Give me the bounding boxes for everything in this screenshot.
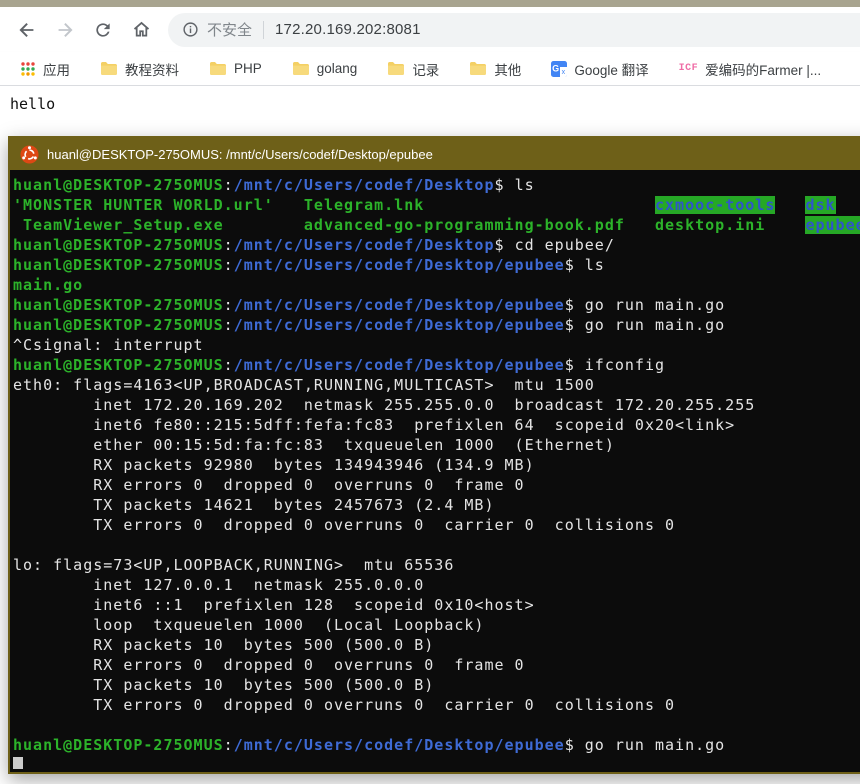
page-body-text: hello — [0, 86, 860, 112]
terminal-line: huanl@DESKTOP-275OMUS:/mnt/c/Users/codef… — [13, 735, 860, 755]
forward-arrow-icon — [54, 19, 76, 41]
back-arrow-icon — [16, 19, 38, 41]
bookmark-label: PHP — [234, 61, 262, 76]
google-translate-icon: Gx — [551, 61, 567, 77]
terminal-line: inet6 fe80::215:5dff:fefa:fc83 prefixlen… — [13, 415, 860, 435]
bookmark-item[interactable]: 教程资料 — [92, 55, 187, 83]
terminal-cursor — [13, 757, 23, 769]
terminal-titlebar[interactable]: huanl@DESKTOP-275OMUS: /mnt/c/Users/code… — [10, 138, 860, 170]
folder-icon — [209, 61, 227, 76]
terminal-line: 'MONSTER HUNTER WORLD.url' Telegram.lnk … — [13, 195, 860, 215]
terminal-line: eth0: flags=4163<UP,BROADCAST,RUNNING,MU… — [13, 375, 860, 395]
bookmark-label: 教程资料 — [125, 59, 179, 79]
page-content: hello huanl@DESKTOP-275OMUS: /mnt/c/User… — [0, 86, 860, 784]
bookmark-item[interactable]: 其他 — [461, 55, 529, 83]
home-button[interactable] — [124, 13, 158, 47]
terminal-line: TeamViewer_Setup.exe advanced-go-program… — [13, 215, 860, 235]
terminal-line: ^Csignal: interrupt — [13, 335, 860, 355]
terminal-window: huanl@DESKTOP-275OMUS: /mnt/c/Users/code… — [8, 136, 860, 774]
terminal-title-text: huanl@DESKTOP-275OMUS: /mnt/c/Users/code… — [47, 147, 433, 162]
terminal-line: main.go — [13, 275, 860, 295]
ubuntu-icon — [20, 145, 39, 164]
terminal-line: RX packets 10 bytes 500 (500.0 B) — [13, 635, 860, 655]
terminal-line: RX errors 0 dropped 0 overruns 0 frame 0 — [13, 475, 860, 495]
bookmark-item[interactable]: golang — [284, 57, 366, 80]
bookmark-label: 爱编码的Farmer |... — [705, 59, 821, 79]
terminal-line: ether 00:15:5d:fa:fc:83 txqueuelen 1000 … — [13, 435, 860, 455]
address-divider — [263, 21, 264, 39]
folder-icon — [292, 61, 310, 76]
terminal-line: inet 127.0.0.1 netmask 255.0.0.0 — [13, 575, 860, 595]
terminal-line — [13, 715, 860, 735]
window-top-edge — [0, 0, 860, 7]
bookmark-item[interactable]: 记录 — [379, 55, 447, 83]
svg-text:G: G — [552, 63, 559, 73]
bookmark-item[interactable]: 应用 — [12, 55, 78, 83]
terminal-line: huanl@DESKTOP-275OMUS:/mnt/c/Users/codef… — [13, 295, 860, 315]
forward-button[interactable] — [48, 13, 82, 47]
security-label: 不安全 — [207, 19, 252, 40]
terminal-line: TX packets 14621 bytes 2457673 (2.4 MB) — [13, 495, 860, 515]
folder-icon — [100, 61, 118, 76]
terminal-line: TX packets 10 bytes 500 (500.0 B) — [13, 675, 860, 695]
terminal-line: huanl@DESKTOP-275OMUS:/mnt/c/Users/codef… — [13, 255, 860, 275]
folder-icon — [387, 61, 405, 76]
terminal-line: huanl@DESKTOP-275OMUS:/mnt/c/Users/codef… — [13, 175, 860, 195]
bookmark-item[interactable]: ICF 爱编码的Farmer |... — [671, 55, 830, 83]
icf-icon: ICF — [679, 63, 699, 74]
browser-toolbar: 不安全 172.20.169.202:8081 — [0, 7, 860, 52]
terminal-line: huanl@DESKTOP-275OMUS:/mnt/c/Users/codef… — [13, 235, 860, 255]
terminal-line — [13, 755, 860, 769]
bookmark-label: Google 翻译 — [574, 59, 648, 79]
folder-icon — [469, 61, 487, 76]
reload-button[interactable] — [86, 13, 120, 47]
reload-icon — [93, 20, 113, 40]
svg-text:x: x — [562, 69, 566, 76]
terminal-line: huanl@DESKTOP-275OMUS:/mnt/c/Users/codef… — [13, 315, 860, 335]
terminal-line: RX packets 92980 bytes 134943946 (134.9 … — [13, 455, 860, 475]
terminal-line — [13, 535, 860, 555]
terminal-body[interactable]: huanl@DESKTOP-275OMUS:/mnt/c/Users/codef… — [10, 170, 860, 769]
apps-grid-icon — [20, 61, 36, 77]
back-button[interactable] — [10, 13, 44, 47]
terminal-line: inet 172.20.169.202 netmask 255.255.0.0 … — [13, 395, 860, 415]
address-bar[interactable]: 不安全 172.20.169.202:8081 — [168, 13, 860, 47]
bookmark-item[interactable]: PHP — [201, 57, 270, 80]
terminal-line: lo: flags=73<UP,LOOPBACK,RUNNING> mtu 65… — [13, 555, 860, 575]
home-icon — [131, 19, 152, 40]
bookmarks-bar: 应用 教程资料 PHP golang 记录 其他 Gx Google 翻译 ICF 爱编码的Far… — [0, 52, 860, 86]
terminal-line: TX errors 0 dropped 0 overruns 0 carrier… — [13, 695, 860, 715]
terminal-line: TX errors 0 dropped 0 overruns 0 carrier… — [13, 515, 860, 535]
terminal-line: loop txqueuelen 1000 (Local Loopback) — [13, 615, 860, 635]
terminal-line: inet6 ::1 prefixlen 128 scopeid 0x10<hos… — [13, 595, 860, 615]
bookmark-label: 应用 — [43, 59, 70, 79]
url-text: 172.20.169.202:8081 — [275, 21, 421, 38]
terminal-line: huanl@DESKTOP-275OMUS:/mnt/c/Users/codef… — [13, 355, 860, 375]
info-icon[interactable] — [182, 21, 199, 38]
terminal-line: RX errors 0 dropped 0 overruns 0 frame 0 — [13, 655, 860, 675]
bookmark-label: 其他 — [494, 59, 521, 79]
bookmark-item[interactable]: Gx Google 翻译 — [543, 55, 656, 83]
bookmark-label: golang — [317, 61, 358, 76]
bookmark-label: 记录 — [412, 59, 439, 79]
